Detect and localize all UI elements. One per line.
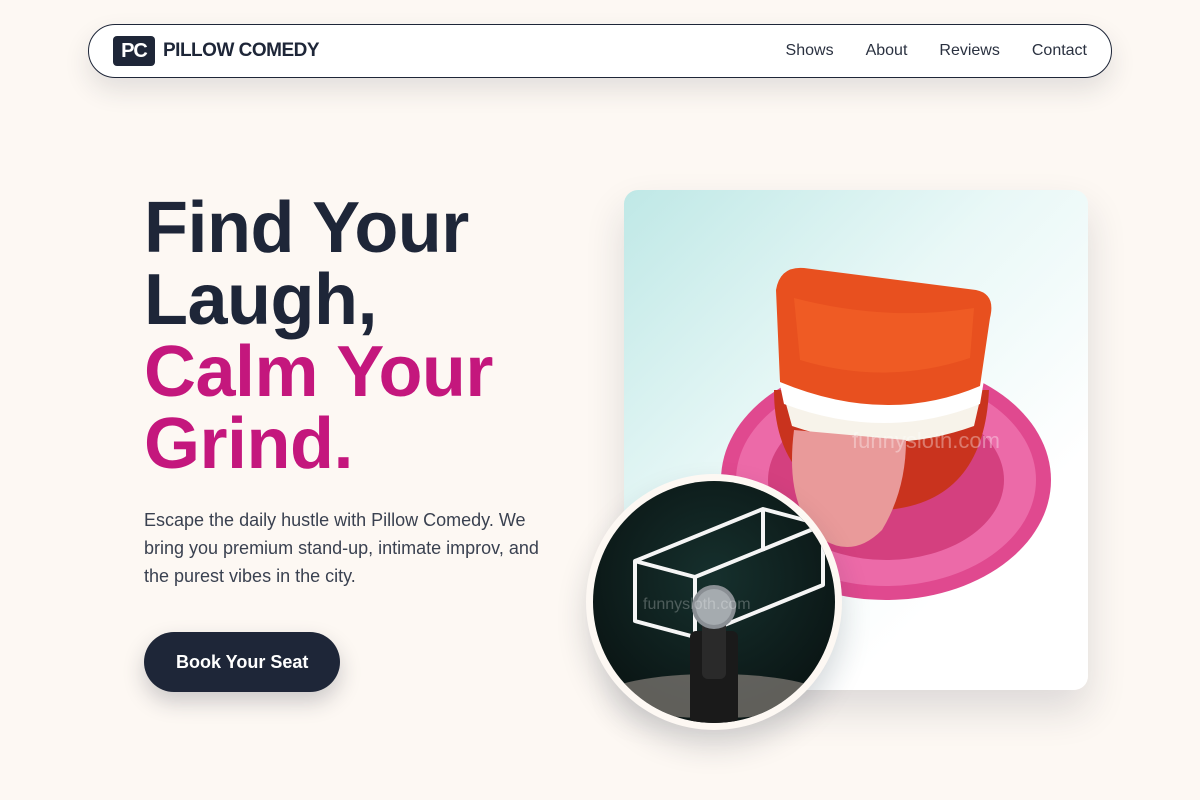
neon-microphone-illustration: funnysloth.com [604, 507, 825, 723]
hero-headline: Find Your Laugh, Calm Your Grind. [144, 192, 564, 480]
headline-line-4: Grind. [144, 404, 354, 484]
brand[interactable]: PC PILLOW COMEDY [113, 36, 320, 66]
brand-name: PILLOW COMEDY [163, 40, 320, 61]
logo-mark: PC [113, 36, 155, 66]
nav-link-shows[interactable]: Shows [786, 42, 834, 60]
navbar: PC PILLOW COMEDY Shows About Reviews Con… [88, 24, 1112, 78]
headline-line-3: Calm Your [144, 332, 493, 412]
hero-text: Find Your Laugh, Calm Your Grind. Escape… [144, 192, 564, 692]
headline-line-1: Find Your [144, 188, 469, 268]
watermark-text: funnysloth.com [852, 428, 1000, 453]
nav-link-reviews[interactable]: Reviews [939, 42, 999, 60]
book-seat-button[interactable]: Book Your Seat [144, 632, 341, 692]
watermark-text-secondary: funnysloth.com [643, 596, 751, 613]
microphone-image-frame: funnysloth.com [586, 474, 842, 730]
headline-line-2: Laugh, [144, 260, 377, 340]
hero-description: Escape the daily hustle with Pillow Come… [144, 510, 539, 586]
nav-link-contact[interactable]: Contact [1032, 42, 1087, 60]
microphone-image: funnysloth.com [593, 481, 835, 723]
nav-links: Shows About Reviews Contact [786, 42, 1087, 60]
nav-link-about[interactable]: About [866, 42, 908, 60]
